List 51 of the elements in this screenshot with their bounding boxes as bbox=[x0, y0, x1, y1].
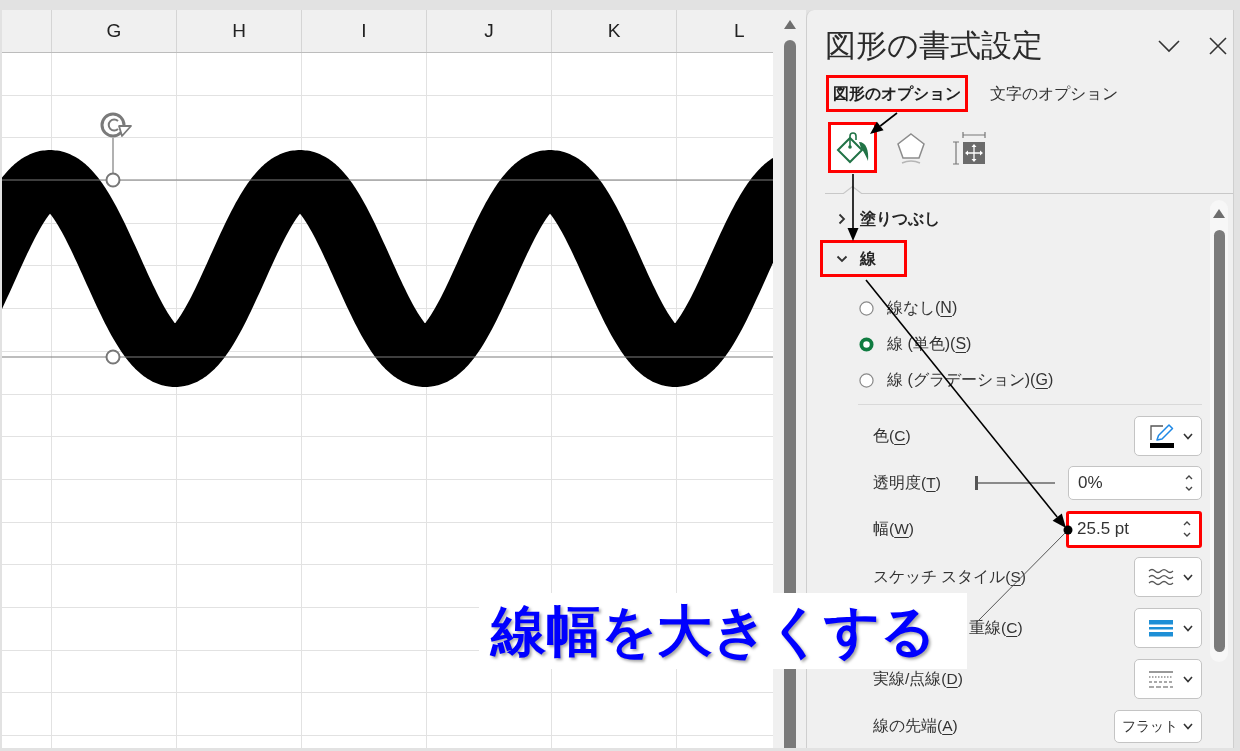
pane-tab[interactable]: 図形のオプション bbox=[826, 75, 968, 112]
column-header[interactable]: I bbox=[302, 10, 427, 52]
section-header[interactable]: 線 bbox=[820, 240, 907, 277]
transparency-field[interactable]: 0% bbox=[1068, 466, 1202, 500]
property-label: 実線/点線(D) bbox=[873, 669, 963, 690]
wavy-lines-icon bbox=[1148, 568, 1174, 586]
size-arrows-icon bbox=[951, 130, 986, 165]
radio-button[interactable] bbox=[859, 372, 874, 388]
column-header[interactable]: G bbox=[52, 10, 177, 52]
property-label: スケッチ スタイル(S) bbox=[873, 567, 1026, 588]
column-header[interactable]: L bbox=[677, 10, 773, 52]
chevron-down-icon bbox=[1183, 573, 1193, 581]
property-label: 重線(C) bbox=[969, 618, 1023, 639]
close-icon[interactable] bbox=[1207, 35, 1229, 57]
dash-type-button[interactable] bbox=[1134, 659, 1202, 699]
category-tab[interactable] bbox=[828, 122, 877, 173]
paint-bucket-icon bbox=[835, 130, 870, 165]
line-type-option[interactable]: 線 (グラデーション)(G) bbox=[859, 362, 1054, 398]
annotation-arrow bbox=[870, 112, 898, 134]
section-header[interactable]: 塗りつぶし bbox=[820, 200, 971, 237]
property-label: 透明度(T) bbox=[873, 473, 941, 494]
slider-thumb[interactable] bbox=[975, 476, 978, 490]
pane-title: 図形の書式設定 bbox=[825, 27, 1043, 65]
radio-button[interactable] bbox=[859, 336, 874, 352]
cap-type-dropdown[interactable]: フラット bbox=[1114, 709, 1202, 743]
chevron-down-icon bbox=[1183, 432, 1193, 440]
property-label: 色(C) bbox=[873, 426, 911, 447]
property-label: 線の先端(A) bbox=[873, 716, 958, 737]
sketch-style-button[interactable] bbox=[1134, 557, 1202, 597]
compound-type-button[interactable] bbox=[1134, 608, 1202, 648]
column-header[interactable]: H bbox=[177, 10, 302, 52]
column-header[interactable]: J bbox=[427, 10, 552, 52]
pane-tab[interactable]: 文字のオプション bbox=[983, 75, 1125, 112]
chevron-down-icon bbox=[1183, 722, 1193, 730]
width-field[interactable]: 25.5 pt bbox=[1066, 510, 1202, 548]
property-label: 幅(W) bbox=[873, 519, 914, 540]
annotation-arrow bbox=[847, 173, 859, 241]
line-type-option[interactable]: 線なし(N) bbox=[859, 290, 958, 326]
chevron-down-icon bbox=[1183, 675, 1193, 683]
line-color-button[interactable] bbox=[1134, 416, 1202, 456]
column-header[interactable]: K bbox=[552, 10, 677, 52]
transparency-slider[interactable] bbox=[975, 476, 1055, 490]
pen-color-icon bbox=[1148, 423, 1176, 449]
chevron-down-icon bbox=[1183, 624, 1193, 632]
scroll-up-icon[interactable] bbox=[1213, 209, 1225, 218]
stacked-lines-icon bbox=[1148, 619, 1174, 637]
scroll-up-icon[interactable] bbox=[784, 20, 796, 29]
radio-button[interactable] bbox=[859, 300, 874, 316]
dashed-lines-icon bbox=[1148, 670, 1174, 688]
callout-text: 線幅を大きくする bbox=[479, 593, 967, 669]
scrollbar-thumb[interactable] bbox=[1213, 230, 1225, 652]
